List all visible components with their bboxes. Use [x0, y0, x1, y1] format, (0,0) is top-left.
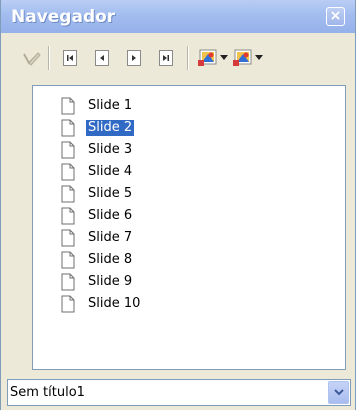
slide-label: Slide 1: [88, 97, 133, 113]
document-select-value: Sem título1: [10, 385, 85, 400]
navigator-window: Navegador × Slide 1 Slide 2 Slide 3 Slid…: [0, 0, 356, 410]
page-icon: [61, 97, 75, 114]
page-icon: [61, 229, 75, 246]
page-icon: [61, 185, 75, 202]
window-title: Navegador: [11, 7, 116, 27]
pointer-icon[interactable]: [20, 47, 42, 69]
drag-mode-dropdown[interactable]: [217, 47, 231, 69]
slide-label: Slide 9: [88, 273, 133, 289]
slide-tree[interactable]: Slide 1 Slide 2 Slide 3 Slide 4 Slide 5 …: [32, 85, 346, 370]
page-icon: [61, 251, 75, 268]
list-item[interactable]: Slide 8: [61, 249, 134, 270]
slide-label: Slide 5: [88, 185, 133, 201]
chevron-down-icon: [255, 55, 263, 60]
page-icon: [61, 141, 75, 158]
list-item[interactable]: Slide 4: [61, 161, 134, 182]
next-slide-button[interactable]: [123, 47, 145, 69]
first-slide-button[interactable]: [59, 47, 81, 69]
previous-slide-button[interactable]: [91, 47, 113, 69]
page-icon: [61, 207, 75, 224]
toolbar-separator: [187, 46, 189, 70]
toolbar-separator: [48, 46, 50, 70]
first-slide-icon: [63, 50, 77, 66]
slide-label: Slide 10: [88, 295, 141, 311]
list-item[interactable]: Slide 1: [61, 95, 134, 116]
document-dropdown-button[interactable]: [328, 381, 349, 404]
title-bar[interactable]: Navegador ×: [1, 0, 355, 33]
slide-label: Slide 7: [88, 229, 133, 245]
next-slide-icon: [127, 50, 141, 66]
page-icon: [61, 295, 75, 312]
list-item[interactable]: Slide 2: [61, 117, 135, 138]
toolbar: [1, 33, 355, 79]
slide-label: Slide 4: [88, 163, 133, 179]
slide-label-selected: Slide 2: [86, 119, 135, 136]
page-icon: [61, 163, 75, 180]
list-item[interactable]: Slide 5: [61, 183, 134, 204]
chevron-down-icon: [333, 388, 344, 395]
list-item[interactable]: Slide 7: [61, 227, 134, 248]
slide-label: Slide 6: [88, 207, 133, 223]
chevron-down-icon: [220, 55, 228, 60]
page-icon: [61, 273, 75, 290]
previous-slide-icon: [95, 50, 109, 66]
document-select[interactable]: Sem título1: [7, 379, 351, 406]
list-item[interactable]: Slide 9: [61, 271, 134, 292]
list-item[interactable]: Slide 3: [61, 139, 134, 160]
last-slide-button[interactable]: [155, 47, 177, 69]
list-item[interactable]: Slide 10: [61, 293, 142, 314]
close-button[interactable]: ×: [326, 7, 345, 26]
list-item[interactable]: Slide 6: [61, 205, 134, 226]
slide-label: Slide 3: [88, 141, 133, 157]
shapes-dropdown[interactable]: [252, 47, 266, 69]
slide-label: Slide 8: [88, 251, 133, 267]
last-slide-icon: [159, 50, 173, 66]
page-icon: [61, 119, 75, 136]
